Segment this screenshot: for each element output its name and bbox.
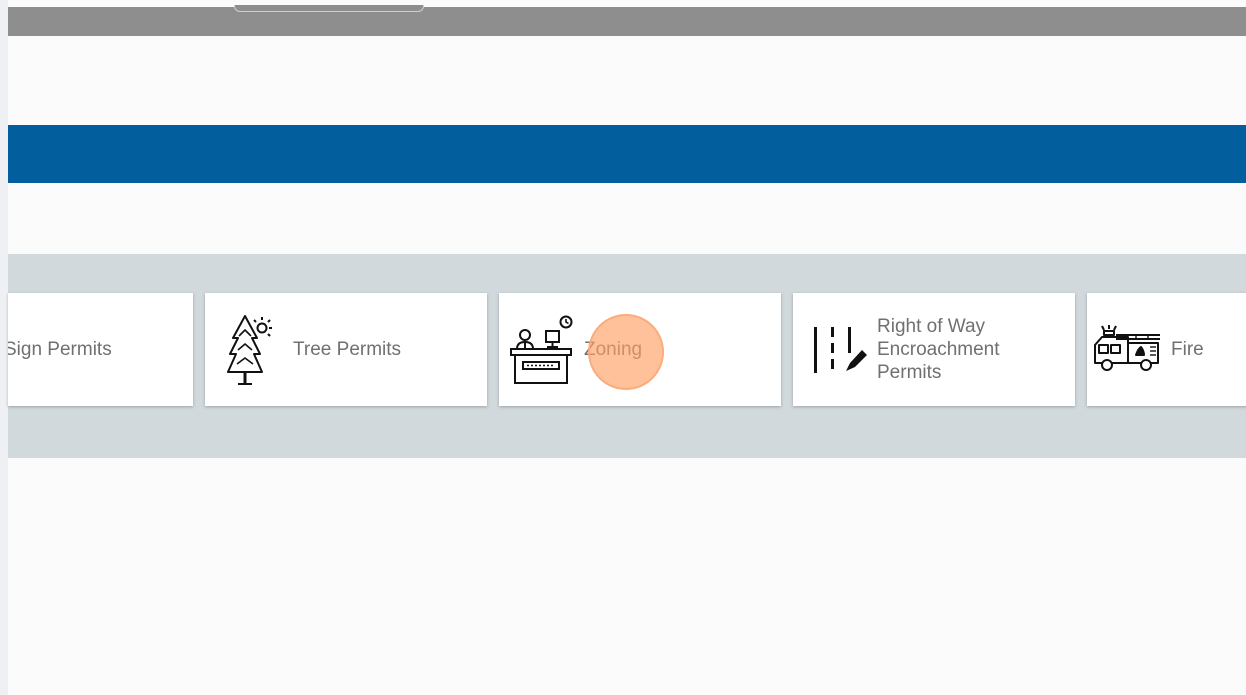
tile-sign-permits-label: Sign Permits bbox=[8, 339, 112, 360]
permit-tile-strip: Sign Permits Tree Permits Zoning Right o… bbox=[8, 293, 1246, 406]
road-lines-pencil-icon bbox=[809, 325, 869, 375]
tile-fire[interactable]: Fire bbox=[1087, 293, 1246, 406]
tile-tree-permits[interactable]: Tree Permits bbox=[205, 293, 487, 406]
tile-tree-permits-label: Tree Permits bbox=[293, 339, 402, 360]
site-navigation-band bbox=[8, 125, 1246, 183]
top-bar-tab[interactable] bbox=[234, 5, 424, 12]
tile-right-of-way-encroachment-permits[interactable]: Right of Way Encroachment Permits bbox=[793, 293, 1075, 406]
tile-zoning[interactable]: Zoning bbox=[499, 293, 781, 406]
tile-fire-label: Fire bbox=[1171, 339, 1204, 360]
window-left-edge bbox=[0, 0, 8, 695]
fire-truck-icon bbox=[1091, 324, 1163, 375]
zoning-desk-icon bbox=[508, 315, 576, 385]
browser-top-bar bbox=[8, 5, 1246, 36]
tile-zoning-label: Zoning bbox=[584, 339, 643, 360]
tree-sun-icon bbox=[225, 314, 275, 386]
tile-sign-permits[interactable]: Sign Permits bbox=[8, 293, 193, 406]
permit-tiles-band: Sign Permits Tree Permits Zoning Right o… bbox=[8, 254, 1246, 458]
tile-right-of-way-label: Right of Way Encroachment Permits bbox=[877, 316, 1000, 383]
